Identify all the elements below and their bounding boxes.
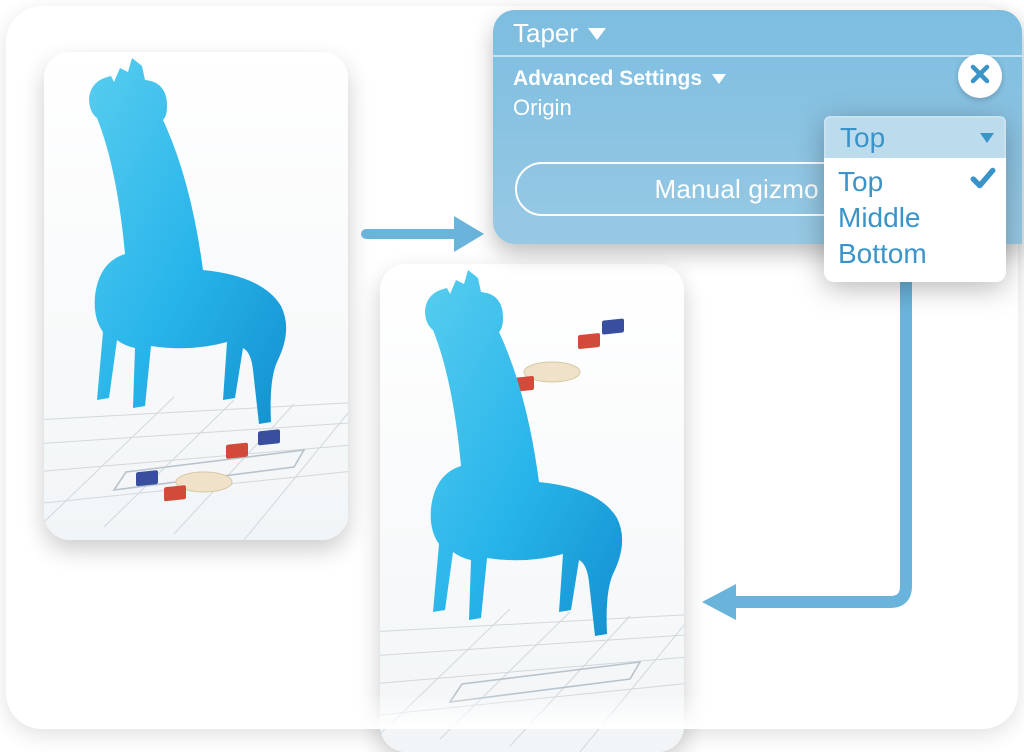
- fade-overlay: [6, 693, 1018, 729]
- giraffe-bottom-gizmo-illustration: [44, 52, 348, 540]
- chevron-down-icon: [588, 28, 606, 40]
- origin-option-label: Bottom: [838, 236, 927, 272]
- origin-dropdown: Top Top Middle Bottom: [824, 116, 1006, 282]
- viewport-before: [44, 52, 348, 540]
- chevron-down-icon: [980, 133, 994, 143]
- advanced-settings-label: Advanced Settings: [513, 67, 702, 91]
- origin-dropdown-selected-label: Top: [840, 122, 885, 154]
- panel-title-row[interactable]: Taper: [493, 10, 1022, 57]
- origin-option-label: Top: [838, 164, 883, 200]
- origin-option-label: Middle: [838, 200, 920, 236]
- flow-arrow-to-panel: [358, 204, 488, 264]
- flow-arrow-to-result: [696, 256, 926, 626]
- tutorial-canvas: Taper Advanced Settings Origin Manual gi…: [6, 6, 1018, 729]
- close-icon: [968, 62, 992, 91]
- check-icon: [970, 164, 996, 200]
- close-button[interactable]: [958, 54, 1002, 98]
- panel-title: Taper: [513, 18, 578, 49]
- origin-dropdown-selected[interactable]: Top: [824, 116, 1006, 158]
- chevron-down-icon: [712, 74, 726, 84]
- origin-option-middle[interactable]: Middle: [838, 200, 996, 236]
- advanced-settings-row[interactable]: Advanced Settings: [493, 57, 1022, 93]
- origin-option-bottom[interactable]: Bottom: [838, 236, 996, 272]
- origin-option-top[interactable]: Top: [838, 164, 996, 200]
- viewport-after: [380, 264, 684, 752]
- origin-dropdown-list: Top Middle Bottom: [824, 158, 1006, 282]
- giraffe-top-gizmo-illustration: [380, 264, 684, 752]
